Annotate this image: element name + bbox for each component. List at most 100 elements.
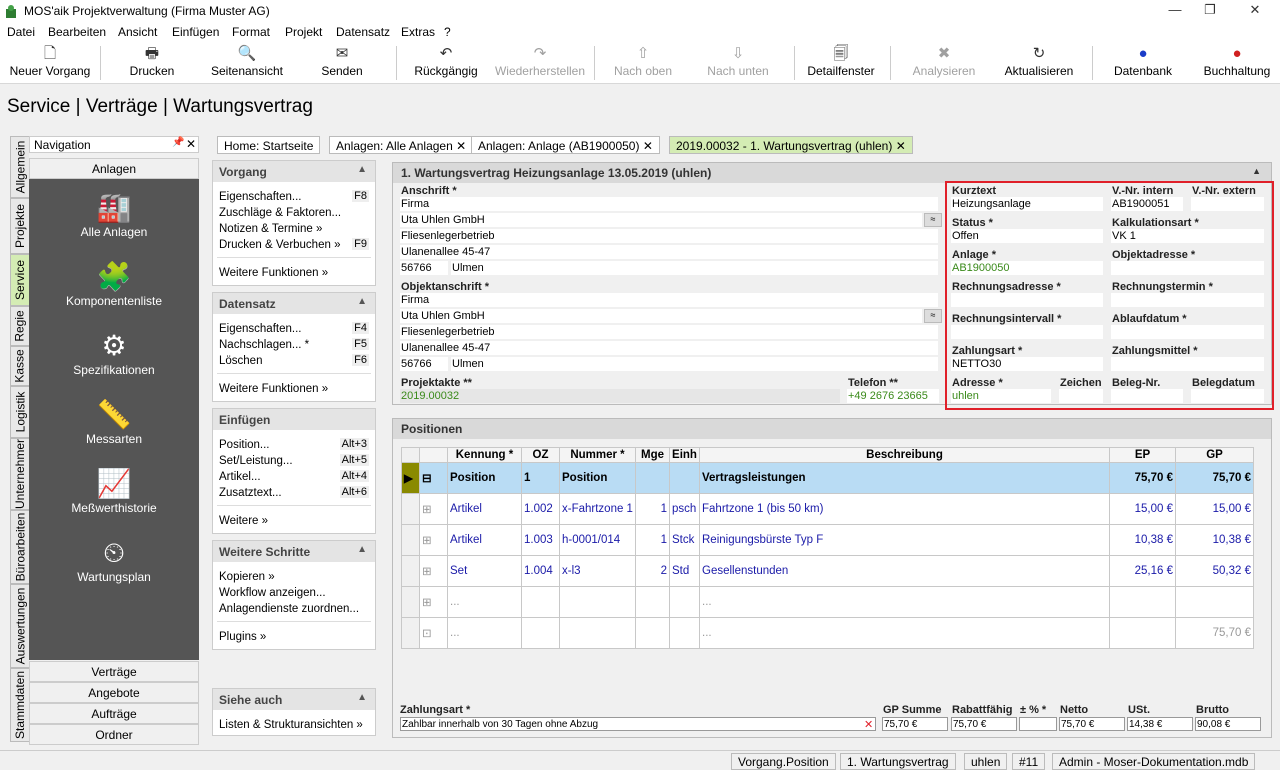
col-gp[interactable]: GP <box>1175 447 1254 463</box>
anschrift-line4[interactable]: Ulanenallee 45-47 <box>400 245 938 259</box>
table-row[interactable]: ⊞ Artikel 1.002 x-Fahrtzone 11 psch Fahrtz… <box>401 493 1254 525</box>
anschrift-line3[interactable]: Fliesenlegerbetrieb <box>400 229 938 243</box>
anschrift-ort[interactable]: Ulmen <box>451 261 938 275</box>
col-ep[interactable]: EP <box>1109 447 1176 463</box>
senden-button[interactable]: ✉ Senden <box>302 44 382 82</box>
neuer-vorgang-button[interactable]: 🗋 Neuer Vorgang <box>4 44 96 82</box>
menu-format[interactable]: Format <box>232 25 270 39</box>
datensatz-header[interactable]: Datensatz ▲ <box>213 293 375 314</box>
vtab-stammdaten[interactable]: Stammdaten <box>10 668 29 742</box>
address-lookup-icon[interactable]: ≈ <box>924 309 942 323</box>
menu-bearbeiten[interactable]: Bearbeiten <box>48 25 106 39</box>
nav-item-messwerthistorie[interactable]: 📈 Meßwerthistorie <box>29 467 199 515</box>
nav-item-alle-anlagen[interactable]: 🏭 Alle Anlagen <box>29 191 199 239</box>
einfuegen-header[interactable]: Einfügen <box>213 409 375 430</box>
table-row[interactable]: ▶ ⊟ Position 1 Position Vertragsleistunge… <box>401 462 1254 494</box>
datenbank-button[interactable]: ● Datenbank <box>1106 44 1180 82</box>
projektakte-field[interactable]: 2019.00032 <box>400 389 840 403</box>
buchhaltung-button[interactable]: ● Buchhaltung <box>1198 44 1276 82</box>
vtab-regie[interactable]: Regie <box>10 306 29 346</box>
nav-item-messarten[interactable]: 📏 Messarten <box>29 398 199 446</box>
tab-alle-anlagen[interactable]: Anlagen: Alle Anlagen ✕ <box>329 136 474 154</box>
table-row-empty[interactable]: ⊞ ... ... <box>401 586 1254 618</box>
vorgang-eigenschaften[interactable]: Eigenschaften... F8 <box>219 190 369 203</box>
schritte-anlagendienste[interactable]: Anlagendienste zuordnen... <box>219 603 369 615</box>
vorgang-notizen[interactable]: Notizen & Termine » <box>219 223 369 235</box>
einfuegen-weitere[interactable]: Weitere » <box>219 515 369 527</box>
vtab-projekte[interactable]: Projekte <box>10 198 29 254</box>
nav-section-anlagen[interactable]: Anlagen <box>29 158 199 179</box>
weitere-schritte-header[interactable]: Weitere Schritte ▲ <box>213 541 375 562</box>
datensatz-loeschen[interactable]: Löschen F6 <box>219 354 369 367</box>
col-einh[interactable]: Einh <box>669 447 700 463</box>
summary-zahlungsart-field[interactable]: Zahlbar innerhalb von 30 Tagen ohne Abzu… <box>400 717 876 731</box>
vorgang-header[interactable]: Vorgang ▲ <box>213 161 375 182</box>
nav-ordner[interactable]: Ordner <box>29 724 199 745</box>
add-row-icon[interactable]: ⊞ <box>419 586 448 618</box>
nav-item-komponentenliste[interactable]: 🧩 Komponentenliste <box>29 260 199 308</box>
analysieren-button[interactable]: ✖ Analysieren <box>908 44 980 82</box>
datensatz-nachschlagen[interactable]: Nachschlagen... * F5 <box>219 338 369 351</box>
menu-datensatz[interactable]: Datensatz <box>336 25 390 39</box>
aktualisieren-button[interactable]: ↻ Aktualisieren <box>998 44 1080 82</box>
detailfenster-button[interactable]: 🗐 Detailfenster <box>802 44 880 82</box>
objekt-line2[interactable]: Uta Uhlen GmbH <box>400 309 922 323</box>
einfuegen-artikel[interactable]: Artikel... Alt+4 <box>219 470 369 483</box>
menu-help[interactable]: ? <box>444 25 451 39</box>
wiederherstellen-button[interactable]: ↷ Wiederherstellen <box>490 44 590 82</box>
vtab-logistik[interactable]: Logistik <box>10 386 29 438</box>
address-lookup-icon[interactable]: ≈ <box>924 213 942 227</box>
anschrift-plz[interactable]: 56766 <box>400 261 448 275</box>
vtab-allgemein[interactable]: Allgemein <box>10 136 29 198</box>
datensatz-eigenschaften[interactable]: Eigenschaften... F4 <box>219 322 369 335</box>
menu-datei[interactable]: Datei <box>7 25 35 39</box>
tab-anlage[interactable]: Anlagen: Anlage (AB1900050) ✕ <box>471 136 660 154</box>
col-kennung[interactable]: Kennung * <box>447 447 522 463</box>
objekt-plz[interactable]: 56766 <box>400 357 448 371</box>
telefon-field[interactable]: +49 2676 23665 <box>847 389 939 403</box>
objekt-line3[interactable]: Fliesenlegerbetrieb <box>400 325 938 339</box>
anschrift-line2[interactable]: Uta Uhlen GmbH <box>400 213 922 227</box>
drucken-button[interactable]: 🖶 Drucken <box>112 44 192 82</box>
vorgang-drucken[interactable]: Drucken & Verbuchen » F9 <box>219 238 369 251</box>
objekt-ort[interactable]: Ulmen <box>451 357 938 371</box>
tab-home[interactable]: Home: Startseite <box>217 136 321 154</box>
seitenansicht-button[interactable]: 🔍 Seitenansicht <box>202 44 292 82</box>
vtab-unternehmer[interactable]: Unternehmer <box>10 438 29 510</box>
col-nummer[interactable]: Nummer * <box>559 447 636 463</box>
vtab-kasse[interactable]: Kasse <box>10 346 29 386</box>
nach-oben-button[interactable]: ⇧ Nach oben <box>604 44 682 82</box>
table-row[interactable]: ⊞ Artikel 1.003 h-0001/014 1 Stck Reinigung… <box>401 524 1254 556</box>
tab-close-icon[interactable]: ✕ <box>643 139 653 153</box>
schritte-workflow[interactable]: Workflow anzeigen... <box>219 587 369 599</box>
nach-unten-button[interactable]: ⇩ Nach unten <box>696 44 780 82</box>
einfuegen-set[interactable]: Set/Leistung... Alt+5 <box>219 454 369 467</box>
schritte-kopieren[interactable]: Kopieren » <box>219 571 369 583</box>
col-beschreibung[interactable]: Beschreibung <box>699 447 1110 463</box>
expand-icon[interactable]: ⊞ <box>419 524 448 556</box>
menu-extras[interactable]: Extras <box>401 25 435 39</box>
tab-wartungsvertrag[interactable]: 2019.00032 - 1. Wartungsvertrag (uhlen) … <box>669 136 913 154</box>
percent-field[interactable] <box>1019 717 1057 731</box>
tab-close-icon[interactable]: ✕ <box>896 139 906 153</box>
tab-close-icon[interactable]: ✕ <box>456 139 466 153</box>
menu-projekt[interactable]: Projekt <box>285 25 322 39</box>
collapse-icon[interactable]: ⊟ <box>419 462 448 494</box>
vorgang-zuschlaege[interactable]: Zuschläge & Faktoren... <box>219 207 369 219</box>
schritte-plugins[interactable]: Plugins » <box>219 631 369 643</box>
col-mge[interactable]: Mge <box>635 447 670 463</box>
clear-icon[interactable]: ✕ <box>864 718 873 731</box>
expand-icon[interactable]: ⊞ <box>419 493 448 525</box>
vtab-bueroarbeiten[interactable]: Büroarbeiten <box>10 510 29 584</box>
rueckgaengig-button[interactable]: ↶ Rückgängig <box>408 44 484 82</box>
objekt-line1[interactable]: Firma <box>400 293 938 307</box>
vtab-auswertungen[interactable]: Auswertungen <box>10 584 29 668</box>
restore-button[interactable]: ❐ <box>1195 2 1225 20</box>
col-oz[interactable]: OZ <box>521 447 560 463</box>
table-row-empty[interactable]: ⊡ ... ... 75,70 € <box>401 617 1254 649</box>
close-icon[interactable]: ✕ <box>186 137 196 151</box>
nav-item-wartungsplan[interactable]: ⏲ Wartungsplan <box>29 536 199 584</box>
table-row[interactable]: ⊞ Set 1.004 x-l3 2 Std Gesellenstunden 25,1… <box>401 555 1254 587</box>
siehe-listen[interactable]: Listen & Strukturansichten » <box>219 719 369 731</box>
anschrift-line1[interactable]: Firma <box>400 197 938 211</box>
